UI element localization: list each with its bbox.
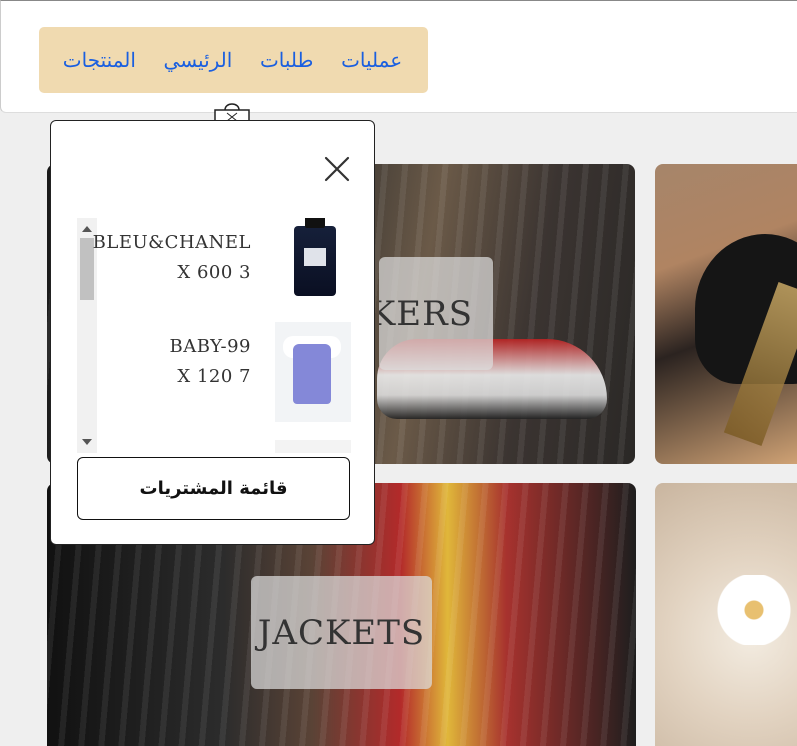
bottle-cap-shape — [305, 218, 325, 228]
category-title-jackets: JACKETS — [257, 612, 426, 653]
category-label-jackets: JACKETS — [251, 576, 432, 689]
category-card-hats[interactable] — [655, 164, 797, 464]
cart-item-quantity-price: X 120 7 — [177, 366, 251, 387]
bottle-label-shape — [304, 248, 326, 266]
cart-item: BLEU&CHANEL X 600 3 — [93, 218, 351, 318]
cart-item-quantity-price: X 600 3 — [177, 262, 251, 283]
cart-item-list[interactable]: BLEU&CHANEL X 600 3 BABY-99 X 120 7 — [77, 218, 351, 453]
flower-image — [717, 575, 791, 645]
scroll-up-arrow-icon[interactable] — [82, 226, 92, 232]
cart-popup: BLEU&CHANEL X 600 3 BABY-99 X 120 7 قائم… — [50, 120, 375, 545]
nav-link-products[interactable]: المنتجات — [63, 48, 136, 72]
shopping-list-button[interactable]: قائمة المشتريات — [77, 457, 350, 520]
nav-link-operations[interactable]: عمليات — [341, 48, 402, 72]
cart-item: BABY-99 X 120 7 — [101, 322, 351, 422]
scroll-down-arrow-icon[interactable] — [82, 439, 92, 445]
main-nav: عمليات طلبات الرئيسي المنتجات — [39, 27, 428, 93]
cart-item-info: BLEU&CHANEL X 600 3 — [93, 228, 251, 288]
cart-item-name: BABY-99 — [169, 336, 251, 357]
cart-item-info: BABY-99 X 120 7 — [169, 332, 251, 392]
close-icon[interactable] — [323, 155, 351, 183]
cart-item-partial — [101, 440, 351, 453]
perfume-bottle-image — [275, 218, 351, 318]
category-label-sneakers: SNEAKERS — [379, 257, 493, 370]
nav-link-home[interactable]: الرئيسي — [164, 48, 233, 72]
cart-item-name: BLEU&CHANEL — [92, 232, 251, 253]
baby-overall-image — [275, 322, 351, 422]
overall-shape — [293, 344, 331, 404]
nav-link-orders[interactable]: طلبات — [260, 48, 314, 72]
category-card-accessories[interactable] — [655, 483, 797, 746]
site-header: عمليات طلبات الرئيسي المنتجات — [0, 0, 797, 113]
category-title-sneakers: SNEAKERS — [379, 293, 473, 334]
product-image — [275, 440, 351, 453]
